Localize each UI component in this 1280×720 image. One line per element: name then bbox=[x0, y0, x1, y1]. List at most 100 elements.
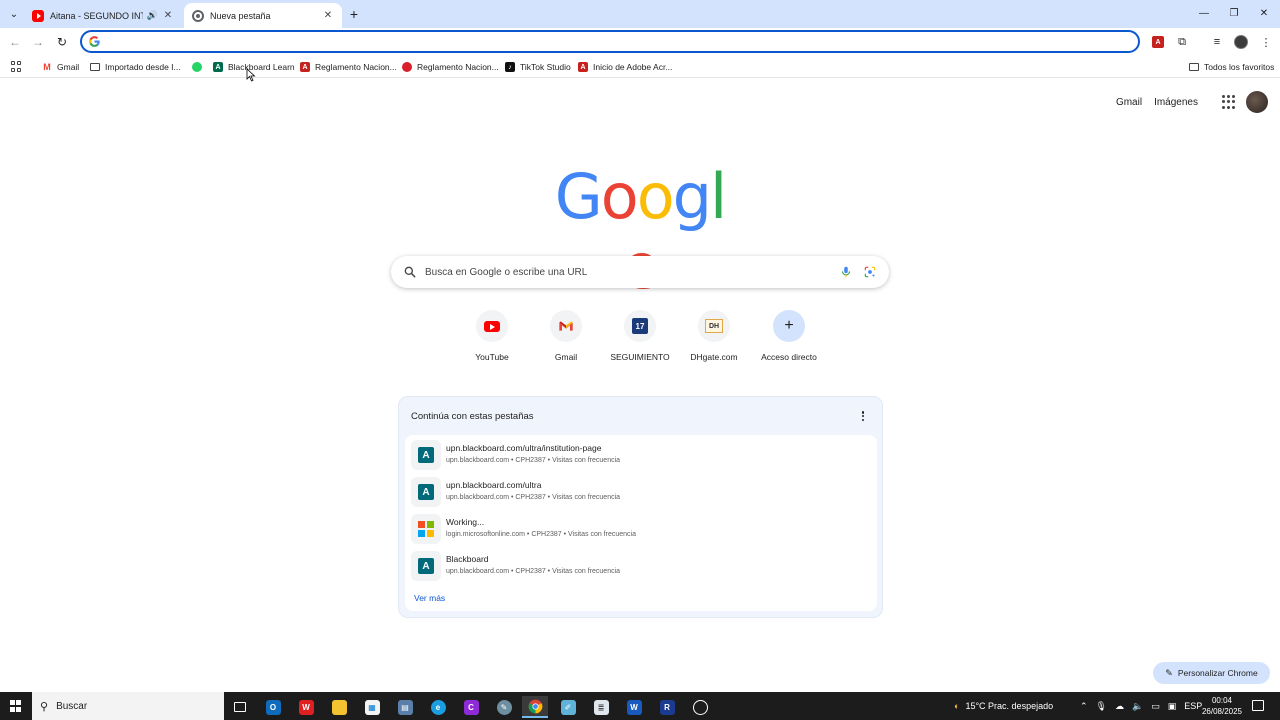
app-r-icon[interactable]: R bbox=[654, 696, 680, 718]
bookmarks-bar: M Gmail Importado desde I... A Blackboar… bbox=[0, 56, 1280, 78]
minimize-icon[interactable]: — bbox=[1196, 6, 1212, 22]
shortcut-add[interactable]: + Acceso directo bbox=[752, 310, 826, 370]
bookmark-folder-imported[interactable]: Importado desde I... bbox=[90, 60, 181, 74]
images-link[interactable]: Imágenes bbox=[1154, 97, 1198, 108]
all-bookmarks-label: Todos los favoritos bbox=[1204, 62, 1275, 72]
google-apps-icon[interactable] bbox=[1222, 95, 1236, 109]
bookmark-reglamento-2[interactable]: Reglamento Nacion... bbox=[402, 60, 499, 74]
tab-search-chevron-icon[interactable]: ⌄ bbox=[6, 6, 22, 22]
logo-letter: l bbox=[710, 160, 727, 233]
tiktok-icon: ♪ bbox=[505, 62, 515, 72]
shortcut-label: Acceso directo bbox=[761, 352, 817, 362]
google-logo: Google bbox=[548, 160, 732, 302]
calculator-icon[interactable]: ▤ bbox=[392, 696, 418, 718]
bookmark-gmail[interactable]: M Gmail bbox=[42, 60, 79, 74]
plus-icon: + bbox=[773, 310, 805, 342]
reload-icon[interactable]: ↻ bbox=[54, 34, 70, 50]
close-tab-icon[interactable]: ✕ bbox=[322, 10, 334, 21]
back-arrow-icon[interactable]: ← bbox=[7, 34, 23, 50]
more-options-icon[interactable] bbox=[858, 409, 868, 423]
shortcut-seguimiento[interactable]: 17 SEGUIMIENTO bbox=[603, 310, 677, 370]
notifications-icon[interactable] bbox=[1252, 700, 1264, 711]
bookmark-tiktok-studio[interactable]: ♪ TikTok Studio bbox=[505, 60, 571, 74]
google-lens-icon[interactable] bbox=[863, 264, 877, 280]
network-icon[interactable]: ▣ bbox=[1168, 701, 1177, 712]
edge-icon[interactable]: e bbox=[425, 696, 451, 718]
customize-chrome-button[interactable]: ✎ Personalizar Chrome bbox=[1153, 662, 1270, 684]
battery-icon[interactable]: ▭ bbox=[1151, 701, 1160, 712]
dhgate-icon: DH bbox=[705, 319, 723, 333]
cloud-icon[interactable]: ☁ bbox=[1115, 701, 1124, 712]
shortcut-dhgate[interactable]: DH DHgate.com bbox=[677, 310, 751, 370]
notepad-icon[interactable]: ✐ bbox=[555, 696, 581, 718]
bookmark-adobe-acrobat[interactable]: A Inicio de Adobe Acr... bbox=[578, 60, 672, 74]
all-bookmarks-folder[interactable]: Todos los favoritos bbox=[1189, 60, 1274, 74]
shortcut-youtube[interactable]: YouTube bbox=[455, 310, 529, 370]
blackboard-icon: A bbox=[418, 558, 434, 574]
list-item[interactable]: A upn.blackboard.com/ultra/institution-p… bbox=[405, 437, 877, 474]
media-control-icon[interactable]: ≡ bbox=[1209, 34, 1225, 50]
blackboard-icon: A bbox=[418, 447, 434, 463]
bookmark-whatsapp[interactable] bbox=[192, 60, 207, 74]
blackboard-icon: A bbox=[213, 62, 223, 72]
new-tab-button[interactable]: + bbox=[346, 6, 362, 22]
pdf-icon: A bbox=[578, 62, 588, 72]
extensions-puzzle-icon[interactable]: ⧉ bbox=[1174, 34, 1190, 50]
address-bar[interactable] bbox=[80, 30, 1140, 53]
address-input[interactable] bbox=[106, 34, 1126, 49]
weather-text: 15°C Prac. despejado bbox=[965, 701, 1054, 711]
clock[interactable]: 00:04 26/08/2025 bbox=[1196, 695, 1248, 717]
close-tab-icon[interactable]: ✕ bbox=[162, 10, 174, 21]
app-circle-icon[interactable] bbox=[687, 696, 713, 718]
clock-date: 26/08/2025 bbox=[1201, 707, 1243, 716]
word-icon[interactable]: W bbox=[621, 696, 647, 718]
google-search-box[interactable] bbox=[391, 256, 889, 288]
adobe-acrobat-extension-icon[interactable]: A bbox=[1150, 34, 1166, 50]
app-icon[interactable]: ✎ bbox=[491, 696, 517, 718]
account-avatar[interactable] bbox=[1246, 91, 1268, 113]
tab-strip: ⌄ Aitana - SEGUNDO INTENTO 🔊 ✕ Nueva pes… bbox=[0, 0, 1280, 28]
list-item[interactable]: A Blackboard upn.blackboard.com • CPH238… bbox=[405, 548, 877, 585]
logo-letter: o bbox=[636, 160, 675, 233]
shortcut-label: DHgate.com bbox=[690, 352, 738, 362]
chevron-up-icon[interactable]: ⌃ bbox=[1080, 701, 1088, 712]
microphone-icon[interactable]: 🎙 bbox=[1096, 701, 1107, 712]
item-subtitle: upn.blackboard.com • CPH2387 • Visitas c… bbox=[446, 494, 621, 501]
windows-start-icon[interactable] bbox=[10, 700, 22, 712]
list-item[interactable]: A upn.blackboard.com/ultra upn.blackboar… bbox=[405, 474, 877, 511]
tab-new-tab[interactable]: Nueva pestaña ✕ bbox=[184, 3, 342, 28]
microphone-icon[interactable] bbox=[839, 264, 853, 280]
gmail-icon bbox=[559, 321, 573, 331]
volume-icon[interactable]: 🔈 bbox=[1132, 701, 1143, 712]
gmail-link[interactable]: Gmail bbox=[1116, 97, 1142, 108]
task-view-icon[interactable] bbox=[227, 696, 253, 718]
logo-letter: G bbox=[554, 160, 603, 233]
google-g-icon bbox=[89, 36, 100, 47]
outlook-icon[interactable]: O bbox=[260, 696, 286, 718]
bookmark-reglamento-1[interactable]: A Reglamento Nacion... bbox=[300, 60, 397, 74]
wps-office-icon[interactable]: W bbox=[293, 696, 319, 718]
profile-icon[interactable] bbox=[1233, 34, 1249, 50]
resume-list: A upn.blackboard.com/ultra/institution-p… bbox=[405, 435, 877, 611]
notes-icon[interactable]: ≣ bbox=[588, 696, 614, 718]
close-window-icon[interactable]: ✕ bbox=[1256, 6, 1272, 22]
taskbar-search[interactable]: ⚲ bbox=[32, 692, 224, 720]
microsoft-store-icon[interactable]: ▦ bbox=[359, 696, 385, 718]
forward-arrow-icon[interactable]: → bbox=[30, 34, 46, 50]
shortcut-gmail[interactable]: Gmail bbox=[529, 310, 603, 370]
restore-icon[interactable]: ❐ bbox=[1226, 6, 1242, 22]
weather-widget[interactable]: ◐ 15°C Prac. despejado bbox=[954, 692, 1053, 720]
chrome-taskbar-icon[interactable] bbox=[522, 696, 548, 718]
list-item[interactable]: Working... login.microsoftonline.com • C… bbox=[405, 511, 877, 548]
bookmark-label: Blackboard Learn bbox=[228, 62, 295, 72]
chrome-menu-icon[interactable]: ⋮ bbox=[1258, 34, 1274, 50]
speaker-icon[interactable]: 🔊 bbox=[147, 10, 158, 21]
bookmark-label: Inicio de Adobe Acr... bbox=[593, 62, 673, 72]
see-more-link[interactable]: Ver más bbox=[414, 593, 445, 603]
file-explorer-icon[interactable] bbox=[326, 696, 352, 718]
taskbar-search-input[interactable] bbox=[56, 700, 207, 712]
apps-shortcut-icon[interactable] bbox=[11, 61, 23, 73]
capcut-icon[interactable]: C bbox=[458, 696, 484, 718]
tab-aitana[interactable]: Aitana - SEGUNDO INTENTO 🔊 ✕ bbox=[24, 3, 182, 28]
search-input[interactable] bbox=[425, 263, 825, 281]
